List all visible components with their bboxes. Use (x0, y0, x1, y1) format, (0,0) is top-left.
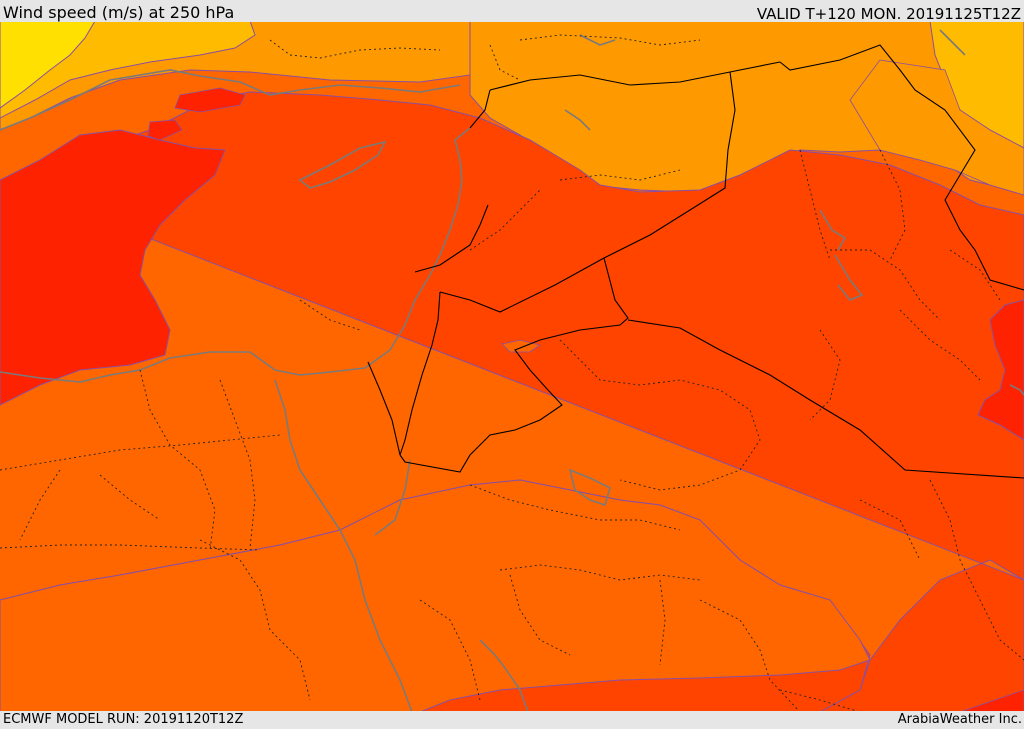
wind-speed-map (0, 21, 1024, 712)
footer-bar: ECMWF MODEL RUN: 20191120T12Z ArabiaWeat… (0, 711, 1024, 729)
map-canvas (0, 21, 1024, 712)
map-title: Wind speed (m/s) at 250 hPa (3, 3, 235, 22)
credit: ArabiaWeather Inc. (897, 712, 1022, 727)
valid-time: VALID T+120 MON. 20191125T12Z (756, 5, 1021, 23)
header-bar: Wind speed (m/s) at 250 hPa VALID T+120 … (0, 0, 1024, 23)
model-run: ECMWF MODEL RUN: 20191120T12Z (3, 712, 244, 727)
